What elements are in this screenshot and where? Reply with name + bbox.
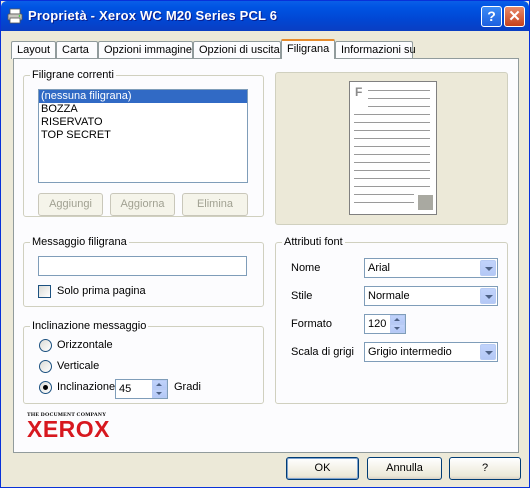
page-preview: F <box>349 81 437 215</box>
stepper-down-icon[interactable] <box>152 389 167 398</box>
angle-stepper[interactable]: 45 <box>115 379 168 399</box>
font-style-value: Normale <box>368 290 410 302</box>
grayscale-label: Scala di grigi <box>291 346 354 358</box>
list-item[interactable]: (nessuna filigrana) <box>39 90 247 103</box>
message-angle-group: Inclinazione messaggio Orizzontale Verti… <box>23 320 264 404</box>
watermark-list[interactable]: (nessuna filigrana) BOZZA RISERVATO TOP … <box>38 89 248 183</box>
window-title: Proprietà - Xerox WC M20 Series PCL 6 <box>28 8 278 23</box>
message-input[interactable] <box>38 256 247 276</box>
horizontal-radio[interactable] <box>39 339 52 352</box>
font-style-label: Stile <box>291 290 313 302</box>
tab-opzioni-uscita[interactable]: Opzioni di uscita <box>193 41 281 59</box>
watermark-preview: F <box>275 72 508 225</box>
preview-letter: F <box>355 85 363 99</box>
group-label: Attributi font <box>282 236 345 248</box>
help-title-button[interactable]: ? <box>481 6 502 27</box>
horizontal-label: Orizzontale <box>57 339 113 351</box>
degrees-label: Gradi <box>174 381 201 393</box>
font-name-label: Nome <box>291 262 321 274</box>
watermark-panel: Filigrane correnti (nessuna filigrana) B… <box>13 58 519 453</box>
watermark-message-group: Messaggio filigrana Solo prima pagina <box>23 236 264 307</box>
chevron-down-icon[interactable] <box>480 260 496 276</box>
angle-label: Inclinazione <box>57 381 116 393</box>
list-item[interactable]: BOZZA <box>39 103 247 116</box>
tab-layout[interactable]: Layout <box>11 41 56 59</box>
ok-button[interactable]: OK <box>286 457 359 480</box>
group-label: Messaggio filigrana <box>30 236 129 248</box>
list-item[interactable]: RISERVATO <box>39 116 247 129</box>
tab-informazioni[interactable]: Informazioni su <box>335 41 416 59</box>
font-size-value: 120 <box>368 318 387 330</box>
logo-brand: XEROX <box>27 416 111 442</box>
printer-icon <box>7 8 23 24</box>
cancel-button[interactable]: Annulla <box>367 457 442 480</box>
font-size-stepper[interactable]: 120 <box>364 314 406 334</box>
update-button[interactable]: Aggiorna <box>110 193 175 216</box>
angle-radio[interactable] <box>39 381 52 394</box>
angle-value: 45 <box>119 383 132 395</box>
chevron-down-icon[interactable] <box>480 288 496 304</box>
grayscale-value: Grigio intermedio <box>368 346 452 358</box>
first-page-checkbox[interactable] <box>38 285 51 298</box>
font-name-select[interactable]: Arial <box>364 258 498 278</box>
tab-opzioni-immagine[interactable]: Opzioni immagine <box>98 41 193 59</box>
first-page-label: Solo prima pagina <box>57 285 146 297</box>
tab-carta[interactable]: Carta <box>56 41 98 59</box>
title-bar[interactable]: Proprietà - Xerox WC M20 Series PCL 6 ? … <box>1 1 529 31</box>
xerox-logo: THE DOCUMENT COMPANY XEROX <box>27 412 111 442</box>
vertical-radio[interactable] <box>39 360 52 373</box>
font-style-select[interactable]: Normale <box>364 286 498 306</box>
stepper-up-icon[interactable] <box>152 380 167 389</box>
tab-filigrana[interactable]: Filigrana <box>281 39 335 59</box>
group-label: Inclinazione messaggio <box>30 320 149 332</box>
chevron-down-icon[interactable] <box>480 344 496 360</box>
add-button[interactable]: Aggiungi <box>38 193 103 216</box>
font-attributes-group: Attributi font Nome Arial Stile Normale … <box>275 236 508 404</box>
current-watermarks-group: Filigrane correnti (nessuna filigrana) B… <box>23 69 264 217</box>
help-button[interactable]: ? <box>449 457 521 480</box>
preview-logo-block <box>418 195 433 210</box>
font-size-label: Formato <box>291 318 332 330</box>
delete-button[interactable]: Elimina <box>182 193 248 216</box>
group-label: Filigrane correnti <box>30 69 116 81</box>
stepper-up-icon[interactable] <box>390 315 405 324</box>
list-item[interactable]: TOP SECRET <box>39 129 247 142</box>
vertical-label: Verticale <box>57 360 100 372</box>
stepper-down-icon[interactable] <box>390 324 405 333</box>
properties-dialog: Proprietà - Xerox WC M20 Series PCL 6 ? … <box>0 0 530 488</box>
font-name-value: Arial <box>368 262 391 274</box>
close-button[interactable]: ✕ <box>504 6 525 27</box>
grayscale-select[interactable]: Grigio intermedio <box>364 342 498 362</box>
